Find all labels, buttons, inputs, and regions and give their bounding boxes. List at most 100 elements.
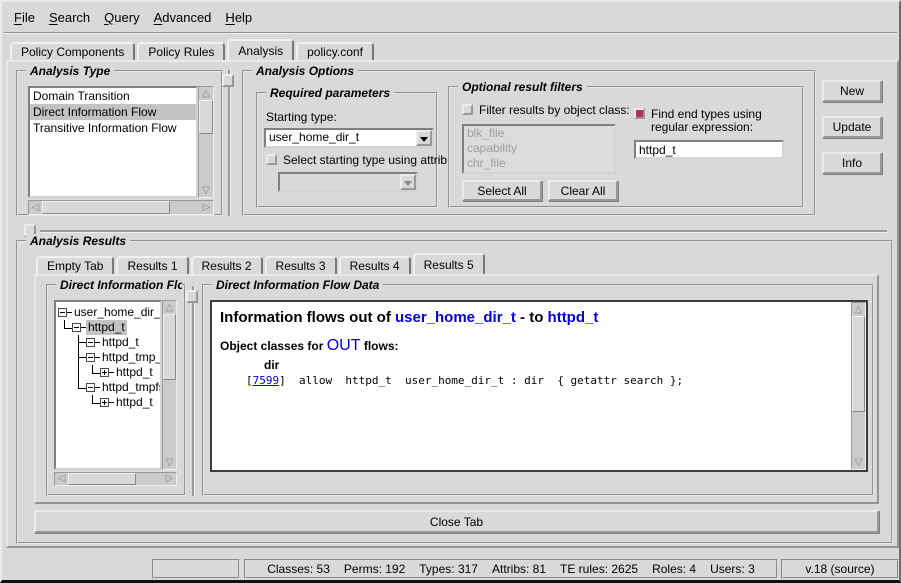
results-tab-results-2[interactable]: Results 2 <box>191 256 263 274</box>
apol-window: File Search Query Advanced Help Policy Compo… <box>0 0 901 583</box>
attrib-checkbox[interactable] <box>266 154 277 165</box>
attrib-combobox-value <box>280 174 400 190</box>
status-box-empty <box>152 559 240 579</box>
required-parameters-group: Required parameters Starting type: user_… <box>256 92 438 208</box>
main-tab-bar: Policy ComponentsPolicy RulesAnalysispol… <box>10 39 374 60</box>
tree-node-label[interactable]: httpd_t <box>86 320 127 335</box>
tab-policy-rules[interactable]: Policy Rules <box>137 42 225 60</box>
scroll-thumb[interactable] <box>852 316 865 412</box>
flow-subheading: Object classes for OUT flows: <box>220 337 844 355</box>
scroll-track[interactable] <box>136 473 163 485</box>
analysis-type-option[interactable]: Domain Transition <box>30 88 196 104</box>
collapse-icon[interactable] <box>72 323 81 332</box>
scroll-down-icon[interactable]: ▽ <box>852 456 865 469</box>
scroll-thumb[interactable] <box>199 100 213 134</box>
menu-bar: File Search Query Advanced Help <box>12 6 254 28</box>
scroll-up-icon[interactable]: △ <box>199 87 213 100</box>
menu-advanced[interactable]: Advanced <box>152 10 214 25</box>
menu-search[interactable]: Search <box>47 10 92 25</box>
scroll-track[interactable] <box>163 380 176 456</box>
results-tab-results-3[interactable]: Results 3 <box>265 256 337 274</box>
tree-node-label[interactable]: httpd_t <box>114 365 155 380</box>
menu-separator <box>4 32 897 34</box>
expand-icon[interactable] <box>100 368 109 377</box>
tab-policy-components[interactable]: Policy Components <box>10 42 135 60</box>
tree-guide <box>58 380 72 395</box>
menu-help[interactable]: Help <box>223 10 254 25</box>
update-button[interactable]: Update <box>822 116 882 138</box>
data-vscrollbar[interactable]: △ ▽ <box>851 302 866 470</box>
tree-node-label[interactable]: user_home_dir_t <box>72 305 162 320</box>
rule-segment: 7599 <box>253 374 280 387</box>
menu-query[interactable]: Query <box>102 10 141 25</box>
scroll-track[interactable] <box>852 412 865 456</box>
tree-node-label[interactable]: httpd_t <box>100 335 141 350</box>
analysis-tab-panel: Analysis Type Domain TransitionDirect In… <box>6 60 899 548</box>
tree-node-label[interactable]: httpd_t <box>114 395 155 410</box>
flow-tree[interactable]: user_home_dir_thttpd_thttpd_thttpd_tmp_t… <box>54 300 162 470</box>
object-class-name: dir <box>264 358 844 372</box>
scroll-thumb[interactable] <box>68 473 136 485</box>
scroll-left-icon[interactable]: ◁ <box>29 201 42 214</box>
scroll-thumb[interactable] <box>163 314 176 380</box>
pane-divider-vertical <box>228 70 230 216</box>
scroll-down-icon[interactable]: ▽ <box>199 184 213 197</box>
close-tab-button[interactable]: Close Tab <box>34 510 879 533</box>
scroll-left-icon[interactable]: ◁ <box>55 473 68 485</box>
combobox-dropdown-button[interactable] <box>416 130 432 146</box>
regex-checkbox[interactable] <box>634 108 645 119</box>
object-class-item: capability <box>464 141 614 156</box>
pane-sash-handle[interactable] <box>222 74 234 87</box>
tab-analysis[interactable]: Analysis <box>227 39 294 60</box>
results-tab-results-4[interactable]: Results 4 <box>339 256 411 274</box>
attrib-checkbox-label: Select starting type using attrib: <box>283 154 450 167</box>
analysis-type-list[interactable]: Domain TransitionDirect Information Flow… <box>28 86 198 198</box>
select-all-button[interactable]: Select All <box>462 180 542 201</box>
scroll-thumb[interactable] <box>42 201 170 214</box>
starting-type-combobox[interactable]: user_home_dir_t <box>264 128 434 148</box>
object-class-filter-checkbox[interactable] <box>462 104 473 115</box>
status-stat: Classes: 53 <box>267 562 330 576</box>
flow-tree-title: Direct Information Flow Tree <box>56 278 182 292</box>
analysis-type-vscrollbar[interactable]: △ ▽ <box>198 86 214 198</box>
results-sash-handle[interactable] <box>186 290 198 303</box>
scroll-track[interactable] <box>199 134 213 184</box>
tab-policy-conf[interactable]: policy.conf <box>296 42 374 60</box>
collapse-icon[interactable] <box>86 383 95 392</box>
results-tab-results-5[interactable]: Results 5 <box>413 253 485 274</box>
scroll-right-icon[interactable]: ▷ <box>200 201 213 214</box>
collapse-icon[interactable] <box>58 308 67 317</box>
results-tab-empty-tab[interactable]: Empty Tab <box>36 256 114 274</box>
analysis-type-option[interactable]: Direct Information Flow <box>30 104 196 120</box>
scroll-down-icon[interactable]: ▽ <box>163 456 176 469</box>
scroll-up-icon[interactable]: △ <box>163 301 176 314</box>
tree-node-label[interactable]: httpd_tmpfs_t <box>100 380 162 395</box>
tree-row: httpd_t <box>58 320 160 335</box>
analysis-type-group: Analysis Type Domain TransitionDirect In… <box>16 70 223 216</box>
tree-node-label[interactable]: httpd_tmp_t <box>100 350 162 365</box>
regex-checkbox-label: Find end types using regular expression: <box>651 108 793 134</box>
tree-guide <box>86 395 100 410</box>
tree-guide <box>72 380 86 395</box>
results-tab-bar: Empty TabResults 1Results 2Results 3Resu… <box>36 252 485 274</box>
tree-vscrollbar[interactable]: △ ▽ <box>162 300 177 470</box>
clear-all-button[interactable]: Clear All <box>548 180 618 201</box>
scroll-track[interactable] <box>170 201 200 214</box>
menu-file[interactable]: File <box>12 10 37 25</box>
results-tab-results-1[interactable]: Results 1 <box>116 256 188 274</box>
analysis-type-option[interactable]: Transitive Information Flow <box>30 120 196 136</box>
regex-input[interactable] <box>634 140 784 159</box>
flow-data-text[interactable]: Information flows out of user_home_dir_t… <box>210 300 868 472</box>
results-divider-vertical <box>192 286 194 496</box>
scroll-up-icon[interactable]: △ <box>852 303 865 316</box>
collapse-icon[interactable] <box>86 353 95 362</box>
new-button[interactable]: New <box>822 80 882 102</box>
expand-icon[interactable] <box>100 398 109 407</box>
collapse-icon[interactable] <box>86 338 95 347</box>
tree-hscrollbar[interactable]: ◁ ▷ <box>54 472 177 486</box>
analysis-type-hscrollbar[interactable]: ◁ ▷ <box>28 200 214 215</box>
info-button[interactable]: Info <box>822 152 882 174</box>
scroll-right-icon[interactable]: ▷ <box>163 473 176 485</box>
chevron-down-icon <box>404 181 412 190</box>
object-class-list: blk_filecapabilitychr_file <box>462 124 616 174</box>
